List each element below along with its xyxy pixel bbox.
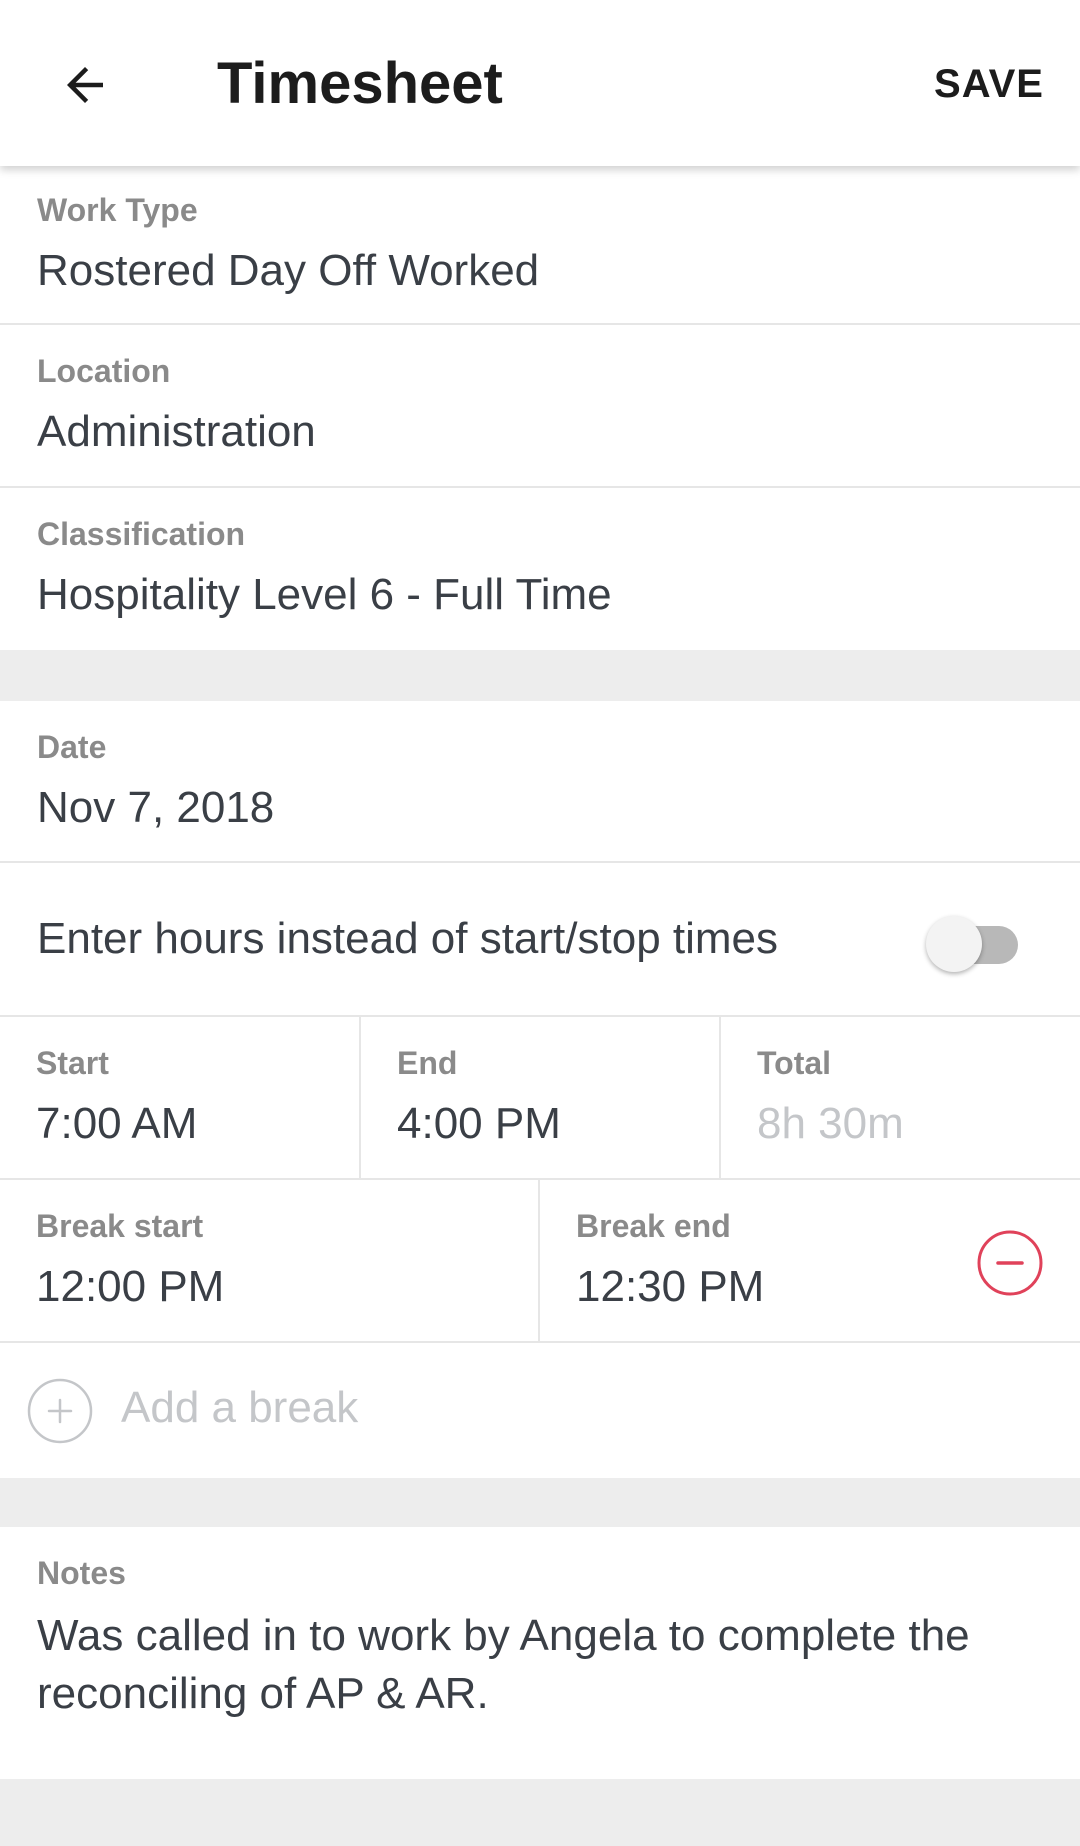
location-value: Administration xyxy=(37,407,316,456)
notes-label: Notes xyxy=(37,1555,126,1591)
total-label: Total xyxy=(757,1045,832,1081)
remove-break-button[interactable] xyxy=(976,1229,1044,1297)
work-type-field[interactable]: Work Type Rostered Day Off Worked xyxy=(0,166,1080,325)
toggle-knob xyxy=(926,916,982,972)
start-time-field[interactable]: Start 7:00 AM xyxy=(0,1017,361,1178)
add-break-label: Add a break xyxy=(121,1383,359,1432)
break-start-field[interactable]: Break start 12:00 PM xyxy=(0,1180,540,1341)
break-end-value: 12:30 PM xyxy=(576,1262,765,1311)
job-details-section: Work Type Rostered Day Off Worked Locati… xyxy=(0,166,1080,650)
date-field[interactable]: Date Nov 7, 2018 xyxy=(0,701,1080,863)
start-value: 7:00 AM xyxy=(36,1099,198,1148)
start-end-row: Start 7:00 AM End 4:00 PM Total 8h 30m xyxy=(0,1017,1080,1180)
add-break-button[interactable] xyxy=(27,1378,93,1444)
arrow-left-icon xyxy=(67,67,103,103)
notes-field[interactable]: Notes Was called in to work by Angela to… xyxy=(0,1527,1080,1779)
break-end-label: Break end xyxy=(576,1208,731,1244)
end-label: End xyxy=(397,1045,458,1081)
page-title: Timesheet xyxy=(217,51,503,116)
work-type-label: Work Type xyxy=(37,192,198,228)
hours-toggle-switch[interactable] xyxy=(926,912,1022,972)
notes-text: Was called in to work by Angela to compl… xyxy=(37,1611,970,1718)
notes-section: Notes Was called in to work by Angela to… xyxy=(0,1527,1080,1779)
plus-circle-icon xyxy=(27,1378,93,1444)
location-field[interactable]: Location Administration xyxy=(0,325,1080,488)
app-bar: Timesheet SAVE xyxy=(0,0,1080,166)
minus-circle-icon xyxy=(977,1230,1043,1296)
hours-toggle-label: Enter hours instead of start/stop times xyxy=(37,914,779,963)
work-type-value: Rostered Day Off Worked xyxy=(37,246,540,295)
classification-value: Hospitality Level 6 - Full Time xyxy=(37,570,612,619)
back-button[interactable] xyxy=(40,40,130,130)
date-value: Nov 7, 2018 xyxy=(37,783,275,832)
date-label: Date xyxy=(37,729,107,765)
break-row: Break start 12:00 PM Break end 12:30 PM xyxy=(0,1180,1080,1343)
location-label: Location xyxy=(37,353,171,389)
total-time-field: Total 8h 30m xyxy=(721,1017,1080,1178)
time-details-section: Date Nov 7, 2018 Enter hours instead of … xyxy=(0,701,1080,1478)
classification-field[interactable]: Classification Hospitality Level 6 - Ful… xyxy=(0,488,1080,650)
add-break-row[interactable]: Add a break xyxy=(0,1343,1080,1478)
start-label: Start xyxy=(36,1045,109,1081)
classification-label: Classification xyxy=(37,516,246,552)
total-value: 8h 30m xyxy=(757,1099,904,1148)
hours-toggle-row: Enter hours instead of start/stop times xyxy=(0,863,1080,1017)
break-start-label: Break start xyxy=(36,1208,204,1244)
end-time-field[interactable]: End 4:00 PM xyxy=(361,1017,721,1178)
end-value: 4:00 PM xyxy=(397,1099,561,1148)
save-button[interactable]: SAVE xyxy=(934,54,1044,114)
break-start-value: 12:00 PM xyxy=(36,1262,225,1311)
